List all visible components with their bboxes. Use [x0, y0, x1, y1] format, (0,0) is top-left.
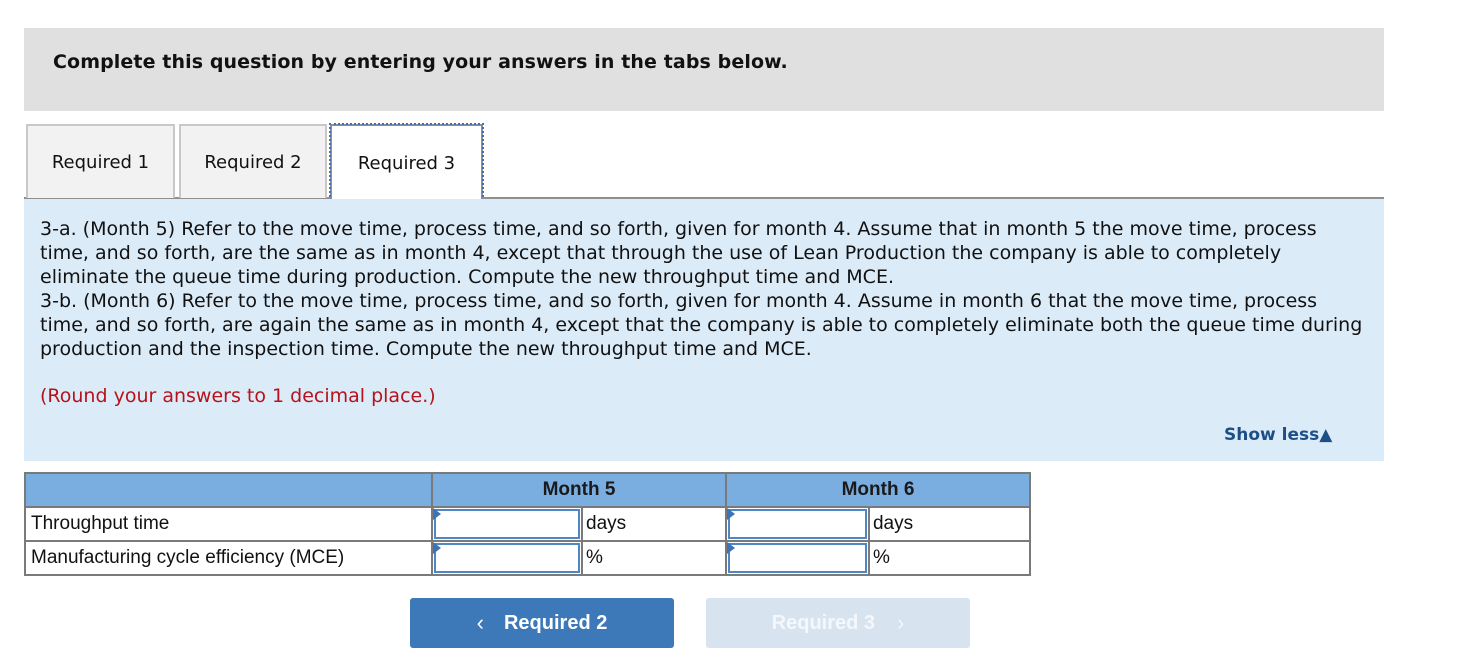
tab-required-1[interactable]: Required 1: [26, 124, 175, 198]
input-flag-icon: [433, 542, 441, 554]
triangle-up-icon: ▲: [1319, 425, 1333, 445]
instructions-title: Complete this question by entering your …: [53, 51, 788, 73]
month5-mce-cell: [431, 540, 583, 576]
answer-table: Month 5 Month 6 Throughput time days day…: [24, 472, 1032, 576]
month5-mce-input[interactable]: [436, 545, 578, 571]
prev-button-label: Required 2: [503, 611, 608, 634]
header-month-5: Month 5: [431, 472, 727, 508]
input-flag-icon: [727, 542, 735, 554]
month6-throughput-cell: [725, 506, 870, 542]
table-header-row: Month 5 Month 6: [24, 472, 1031, 508]
instructions-header: Complete this question by entering your …: [24, 28, 1384, 111]
question-panel: 3-a. (Month 5) Refer to the move time, p…: [24, 199, 1384, 461]
month5-throughput-input[interactable]: [436, 511, 578, 537]
next-required-3-button: Required 3 ›: [706, 598, 970, 648]
row-label-throughput-time: Throughput time: [24, 506, 433, 542]
question-3b-text: 3-b. (Month 6) Refer to the move time, p…: [40, 290, 1363, 360]
tab-required-3[interactable]: Required 3: [329, 123, 484, 201]
question-3a-text: 3-a. (Month 5) Refer to the move time, p…: [40, 218, 1317, 288]
header-blank: [24, 472, 433, 508]
prev-required-2-button[interactable]: ‹ Required 2: [410, 598, 674, 648]
tab-bar: Required 1 Required 2 Required 3: [24, 123, 1384, 201]
month6-throughput-unit: days: [867, 506, 1032, 542]
chevron-left-icon: ‹: [476, 610, 484, 635]
tab-required-2[interactable]: Required 2: [179, 124, 327, 198]
month6-mce-unit: %: [867, 540, 1032, 576]
month6-mce-input[interactable]: [730, 545, 865, 571]
table-row: Manufacturing cycle efficiency (MCE) % %: [24, 540, 1032, 576]
header-month-6: Month 6: [725, 472, 1031, 508]
input-flag-icon: [727, 508, 735, 520]
question-text: 3-a. (Month 5) Refer to the move time, p…: [40, 217, 1370, 361]
month5-throughput-cell: [431, 506, 583, 542]
table-row: Throughput time days days: [24, 506, 1032, 542]
input-flag-icon: [433, 508, 441, 520]
month6-mce-cell: [725, 540, 870, 576]
month5-throughput-unit: days: [581, 506, 727, 542]
chevron-right-icon: ›: [897, 610, 905, 635]
row-label-mce: Manufacturing cycle efficiency (MCE): [24, 540, 433, 576]
month6-throughput-input[interactable]: [730, 511, 865, 537]
show-less-label: Show less: [1224, 425, 1320, 445]
next-button-label: Required 3: [771, 611, 876, 634]
rounding-note: (Round your answers to 1 decimal place.): [40, 385, 436, 407]
month5-mce-unit: %: [581, 540, 727, 576]
show-less-link[interactable]: Show less▲: [1224, 425, 1332, 445]
